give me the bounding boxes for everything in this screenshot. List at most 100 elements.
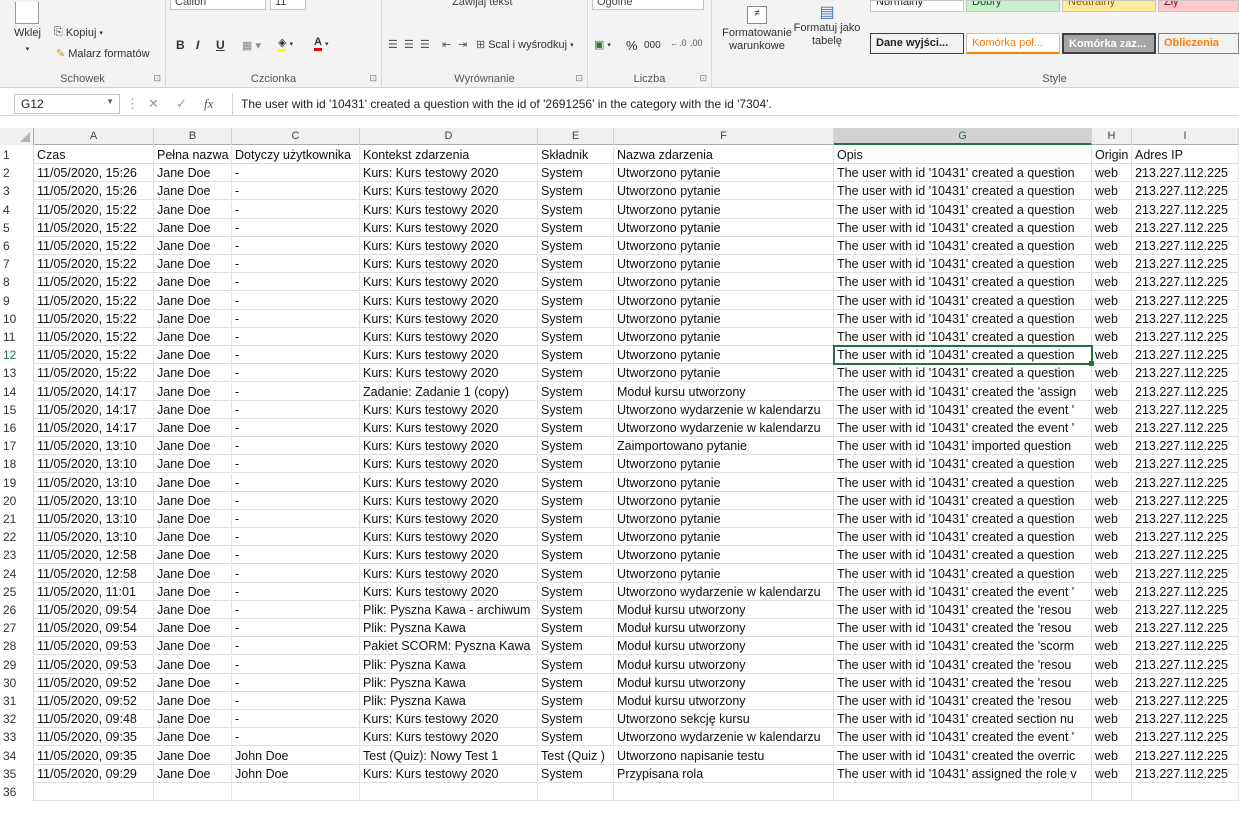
fill-color-button[interactable]: ◈ ▾ [278,36,293,52]
cell-a23[interactable]: 11/05/2020, 12:58 [34,546,154,565]
cell-a2[interactable]: 11/05/2020, 15:26 [34,164,154,183]
format-painter-button[interactable]: ✎ Malarz formatów [56,47,150,61]
align-left-icon[interactable]: ☰ [388,38,398,51]
cell-e7[interactable]: System [538,255,614,274]
cell-g7[interactable]: The user with id '10431' created a quest… [834,255,1092,274]
cell-g30[interactable]: The user with id '10431' created the 're… [834,673,1092,692]
cell-c7[interactable]: - [232,255,360,274]
cell-b19[interactable]: Jane Doe [154,473,232,492]
cell-g19[interactable]: The user with id '10431' created a quest… [834,473,1092,492]
cell-d34[interactable]: Test (Quiz): Nowy Test 1 [360,746,538,765]
style-check-cell[interactable]: Komórka zaz... [1062,33,1156,54]
cell-g34[interactable]: The user with id '10431' created the ove… [834,746,1092,765]
cell-f29[interactable]: Moduł kursu utworzony [614,655,834,674]
cell-d6[interactable]: Kurs: Kurs testowy 2020 [360,237,538,255]
cell-c36[interactable] [232,783,360,801]
cell-c6[interactable]: - [232,237,360,255]
cell-h3[interactable]: web [1092,182,1132,201]
cell-h18[interactable]: web [1092,455,1132,474]
cell-e29[interactable]: System [538,655,614,674]
cell-a34[interactable]: 11/05/2020, 09:35 [34,746,154,765]
cell-i2[interactable]: 213.227.112.225 [1132,164,1239,183]
style-linked-cell[interactable]: Komórka poł... [966,33,1060,54]
cell-h1[interactable]: Origin [1092,146,1132,164]
cell-f21[interactable]: Utworzono pytanie [614,510,834,528]
cell-i35[interactable]: 213.227.112.225 [1132,764,1239,783]
cell-i29[interactable]: 213.227.112.225 [1132,655,1239,674]
cell-c13[interactable]: - [232,364,360,383]
cell-d22[interactable]: Kurs: Kurs testowy 2020 [360,528,538,547]
cell-f28[interactable]: Moduł kursu utworzony [614,637,834,656]
underline-button[interactable]: U [216,38,225,52]
align-right-icon[interactable]: ☰ [420,38,430,51]
column-header-h[interactable]: H [1092,128,1132,145]
cell-a5[interactable]: 11/05/2020, 15:22 [34,218,154,237]
cell-c2[interactable]: - [232,164,360,183]
cell-f25[interactable]: Utworzono wydarzenie w kalendarzu [614,582,834,601]
cell-g5[interactable]: The user with id '10431' created a quest… [834,218,1092,237]
cell-g14[interactable]: The user with id '10431' created the 'as… [834,382,1092,401]
cell-b25[interactable]: Jane Doe [154,582,232,601]
cell-d18[interactable]: Kurs: Kurs testowy 2020 [360,455,538,474]
dialog-launcher-icon[interactable]: ⊡ [699,73,707,84]
row-header[interactable]: 28 [0,637,34,656]
cell-d12[interactable]: Kurs: Kurs testowy 2020 [360,346,538,365]
cell-c14[interactable]: - [232,382,360,401]
cell-c30[interactable]: - [232,673,360,692]
cell-b16[interactable]: Jane Doe [154,419,232,437]
cell-g22[interactable]: The user with id '10431' created a quest… [834,528,1092,547]
cell-h26[interactable]: web [1092,601,1132,619]
cell-c24[interactable]: - [232,564,360,583]
cell-h10[interactable]: web [1092,309,1132,328]
cell-e21[interactable]: System [538,510,614,528]
cell-b12[interactable]: Jane Doe [154,346,232,365]
cell-f11[interactable]: Utworzono pytanie [614,328,834,346]
row-header[interactable]: 18 [0,455,34,474]
cell-a15[interactable]: 11/05/2020, 14:17 [34,400,154,419]
bold-button[interactable]: B [176,38,185,52]
cell-a4[interactable]: 11/05/2020, 15:22 [34,200,154,219]
cell-g12[interactable]: The user with id '10431' created a quest… [833,345,1093,366]
cell-c9[interactable]: - [232,291,360,310]
cell-h8[interactable]: web [1092,273,1132,292]
cell-e19[interactable]: System [538,473,614,492]
thousands-button[interactable]: 000 [644,40,661,51]
cell-b4[interactable]: Jane Doe [154,200,232,219]
cell-d7[interactable]: Kurs: Kurs testowy 2020 [360,255,538,274]
cell-a29[interactable]: 11/05/2020, 09:53 [34,655,154,674]
row-header[interactable]: 16 [0,419,34,437]
cell-e5[interactable]: System [538,218,614,237]
cell-b29[interactable]: Jane Doe [154,655,232,674]
cell-e35[interactable]: System [538,764,614,783]
cell-e20[interactable]: System [538,491,614,510]
cell-c28[interactable]: - [232,637,360,656]
cell-g29[interactable]: The user with id '10431' created the 're… [834,655,1092,674]
cell-f3[interactable]: Utworzono pytanie [614,182,834,201]
cell-i34[interactable]: 213.227.112.225 [1132,746,1239,765]
cell-h5[interactable]: web [1092,218,1132,237]
row-header[interactable]: 26 [0,601,34,619]
cell-a30[interactable]: 11/05/2020, 09:52 [34,673,154,692]
cell-i1[interactable]: Adres IP [1132,146,1239,164]
cell-c29[interactable]: - [232,655,360,674]
cell-d10[interactable]: Kurs: Kurs testowy 2020 [360,309,538,328]
cell-h24[interactable]: web [1092,564,1132,583]
cell-d30[interactable]: Plik: Pyszna Kawa [360,673,538,692]
cell-f4[interactable]: Utworzono pytanie [614,200,834,219]
cell-d35[interactable]: Kurs: Kurs testowy 2020 [360,764,538,783]
cell-h14[interactable]: web [1092,382,1132,401]
cell-a8[interactable]: 11/05/2020, 15:22 [34,273,154,292]
cell-d14[interactable]: Zadanie: Zadanie 1 (copy) [360,382,538,401]
cell-d9[interactable]: Kurs: Kurs testowy 2020 [360,291,538,310]
cell-f17[interactable]: Zaimportowano pytanie [614,437,834,456]
cell-e23[interactable]: System [538,546,614,565]
cell-i25[interactable]: 213.227.112.225 [1132,582,1239,601]
cell-b11[interactable]: Jane Doe [154,328,232,346]
currency-button[interactable]: ▣ ▾ [594,38,611,51]
row-header[interactable]: 17 [0,437,34,456]
cell-d19[interactable]: Kurs: Kurs testowy 2020 [360,473,538,492]
cell-d33[interactable]: Kurs: Kurs testowy 2020 [360,728,538,747]
cell-g13[interactable]: The user with id '10431' created a quest… [834,364,1092,383]
cell-h19[interactable]: web [1092,473,1132,492]
cell-h23[interactable]: web [1092,546,1132,565]
